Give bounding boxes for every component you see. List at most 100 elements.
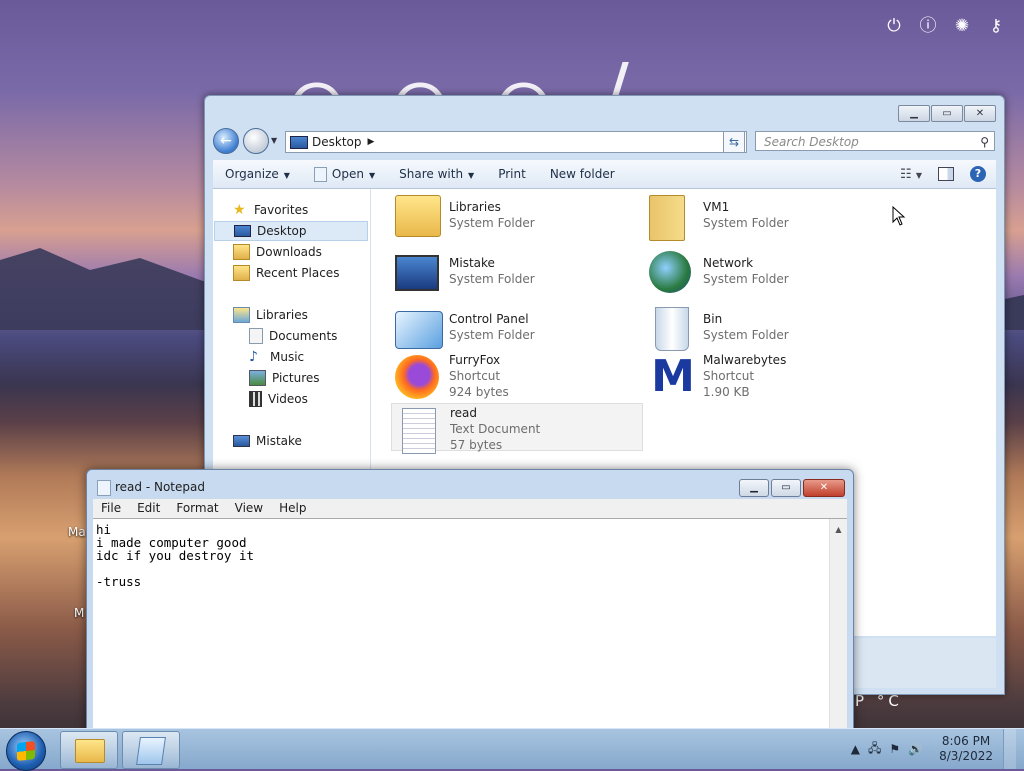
- nav-recent-places[interactable]: Recent Places: [233, 263, 339, 283]
- file-item-vm1[interactable]: VM1 System Folder: [645, 191, 895, 243]
- power-icon[interactable]: ⏻: [884, 16, 904, 36]
- menu-view[interactable]: View: [227, 499, 271, 518]
- change-view-icon[interactable]: ☷ ▼: [900, 167, 922, 182]
- address-text[interactable]: Desktop: [312, 135, 362, 149]
- close-button[interactable]: ✕: [803, 479, 845, 497]
- recycle-bin-icon: [655, 307, 689, 351]
- recent-places-icon: [233, 265, 250, 281]
- nav-pictures[interactable]: Pictures: [249, 368, 320, 388]
- menu-file[interactable]: File: [93, 499, 129, 518]
- key-icon[interactable]: ⚷: [986, 16, 1006, 36]
- share-with-label: Share with: [399, 167, 464, 181]
- search-placeholder: Search Desktop: [764, 135, 859, 149]
- file-item-network[interactable]: Network System Folder: [645, 247, 895, 299]
- refresh-button[interactable]: ⇆: [723, 131, 745, 153]
- print-button[interactable]: Print: [486, 167, 538, 181]
- desktop-top-icons: ⏻ ⓘ ✺ ⚷: [884, 16, 1006, 36]
- info-icon[interactable]: ⓘ: [918, 16, 938, 36]
- volume-icon[interactable]: 🔊: [908, 742, 923, 756]
- preview-pane-icon[interactable]: [938, 167, 954, 181]
- libraries-icon: [233, 307, 250, 323]
- file-item-libraries[interactable]: Libraries System Folder: [391, 191, 641, 243]
- editor-content[interactable]: hi i made computer good idc if you destr…: [93, 519, 847, 592]
- clock-time: 8:06 PM: [941, 734, 991, 748]
- file-name: read: [450, 406, 478, 420]
- file-name: Libraries: [449, 200, 501, 214]
- music-icon: ♪: [249, 349, 258, 365]
- nav-favorites[interactable]: ★ Favorites: [233, 200, 308, 220]
- file-item-read[interactable]: read Text Document 57 bytes: [391, 403, 643, 454]
- file-item-furryfox[interactable]: FurryFox Shortcut 924 bytes: [391, 351, 641, 403]
- nav-libraries[interactable]: Libraries: [233, 305, 308, 325]
- windows-logo-icon: [17, 741, 35, 761]
- text-document-icon: [402, 408, 436, 454]
- nav-music[interactable]: ♪ Music: [249, 347, 304, 367]
- taskbar-notepad-button[interactable]: [122, 731, 180, 769]
- star-icon: ★: [233, 202, 246, 218]
- file-type: System Folder: [449, 328, 535, 342]
- back-button[interactable]: ←: [213, 128, 239, 154]
- menu-edit[interactable]: Edit: [129, 499, 168, 518]
- text-editor[interactable]: hi i made computer good idc if you destr…: [93, 518, 847, 740]
- breadcrumb-arrow-icon[interactable]: ▶: [368, 137, 375, 147]
- maximize-button[interactable]: ▭: [931, 105, 963, 122]
- address-bar[interactable]: Desktop ▶ ▼: [285, 131, 747, 153]
- menu-help[interactable]: Help: [271, 499, 314, 518]
- nav-label: Music: [270, 350, 305, 364]
- file-size: 924 bytes: [449, 385, 509, 399]
- taskbar-explorer-button[interactable]: [60, 731, 118, 769]
- minimize-button[interactable]: ▁: [739, 479, 769, 497]
- minimize-button[interactable]: ▁: [898, 105, 930, 122]
- maximize-button[interactable]: ▭: [771, 479, 801, 497]
- nav-desktop[interactable]: Desktop: [214, 221, 368, 241]
- file-type: System Folder: [703, 328, 789, 342]
- help-icon[interactable]: ?: [970, 166, 986, 182]
- desktop-icon-label[interactable]: Ma: [68, 525, 86, 539]
- system-tray: ▲ 🖧 ⚑ 🔊 8:06 PM 8/3/2022: [847, 729, 1016, 769]
- notepad-window: read - Notepad ▁ ▭ ✕ File Edit Format Vi…: [86, 469, 854, 741]
- desktop-icon-label[interactable]: M: [74, 606, 84, 620]
- organize-label: Organize: [225, 167, 279, 181]
- forward-button[interactable]: [243, 128, 269, 154]
- file-item-control-panel[interactable]: Control Panel System Folder: [391, 303, 641, 355]
- file-item-mistake[interactable]: Mistake System Folder: [391, 247, 641, 299]
- start-button[interactable]: [6, 731, 46, 771]
- notepad-icon: [136, 737, 166, 765]
- explorer-titlebar[interactable]: [205, 96, 1004, 124]
- file-type: Text Document: [450, 422, 541, 436]
- notepad-title[interactable]: read - Notepad: [115, 480, 205, 494]
- nav-videos[interactable]: Videos: [249, 389, 308, 409]
- show-hidden-icons-icon[interactable]: ▲: [851, 742, 860, 756]
- action-center-flag-icon[interactable]: ⚑: [889, 742, 900, 756]
- file-name: VM1: [703, 200, 730, 214]
- menu-format[interactable]: Format: [168, 499, 226, 518]
- nav-downloads[interactable]: Downloads: [233, 242, 322, 262]
- file-name: Mistake: [449, 256, 495, 270]
- file-item-bin[interactable]: Bin System Folder: [645, 303, 895, 355]
- open-button[interactable]: Open ▼: [302, 166, 387, 182]
- notepad-menubar: File Edit Format View Help: [93, 499, 847, 518]
- folder-icon: [75, 739, 105, 763]
- loading-icon[interactable]: ✺: [952, 16, 972, 36]
- organize-button[interactable]: Organize ▼: [213, 167, 302, 181]
- scroll-up-icon[interactable]: ▲: [830, 525, 847, 534]
- file-name: FurryFox: [449, 353, 501, 367]
- history-dropdown[interactable]: ▼: [271, 136, 277, 145]
- explorer-navbar: ← ▼ Desktop ▶ ▼ ⇆ Search Desktop ⚲: [213, 128, 996, 156]
- show-desktop-button[interactable]: [1003, 729, 1016, 769]
- vertical-scrollbar[interactable]: ▲: [829, 519, 847, 740]
- file-size: 57 bytes: [450, 438, 503, 452]
- search-icon[interactable]: ⚲: [980, 132, 989, 152]
- document-icon: [313, 166, 327, 182]
- share-with-button[interactable]: Share with ▼: [387, 167, 486, 181]
- new-folder-button[interactable]: New folder: [538, 167, 627, 181]
- nav-mistake[interactable]: Mistake: [233, 431, 302, 451]
- search-input[interactable]: Search Desktop ⚲: [755, 131, 995, 151]
- clock[interactable]: 8:06 PM 8/3/2022: [939, 734, 993, 764]
- network-icon[interactable]: 🖧: [868, 739, 881, 760]
- taskbar: ▲ 🖧 ⚑ 🔊 8:06 PM 8/3/2022: [0, 728, 1024, 771]
- close-button[interactable]: ✕: [964, 105, 996, 122]
- file-item-malwarebytes[interactable]: M Malwarebytes Shortcut 1.90 KB: [645, 351, 895, 403]
- nav-documents[interactable]: Documents: [249, 326, 337, 346]
- notepad-icon: [97, 480, 111, 496]
